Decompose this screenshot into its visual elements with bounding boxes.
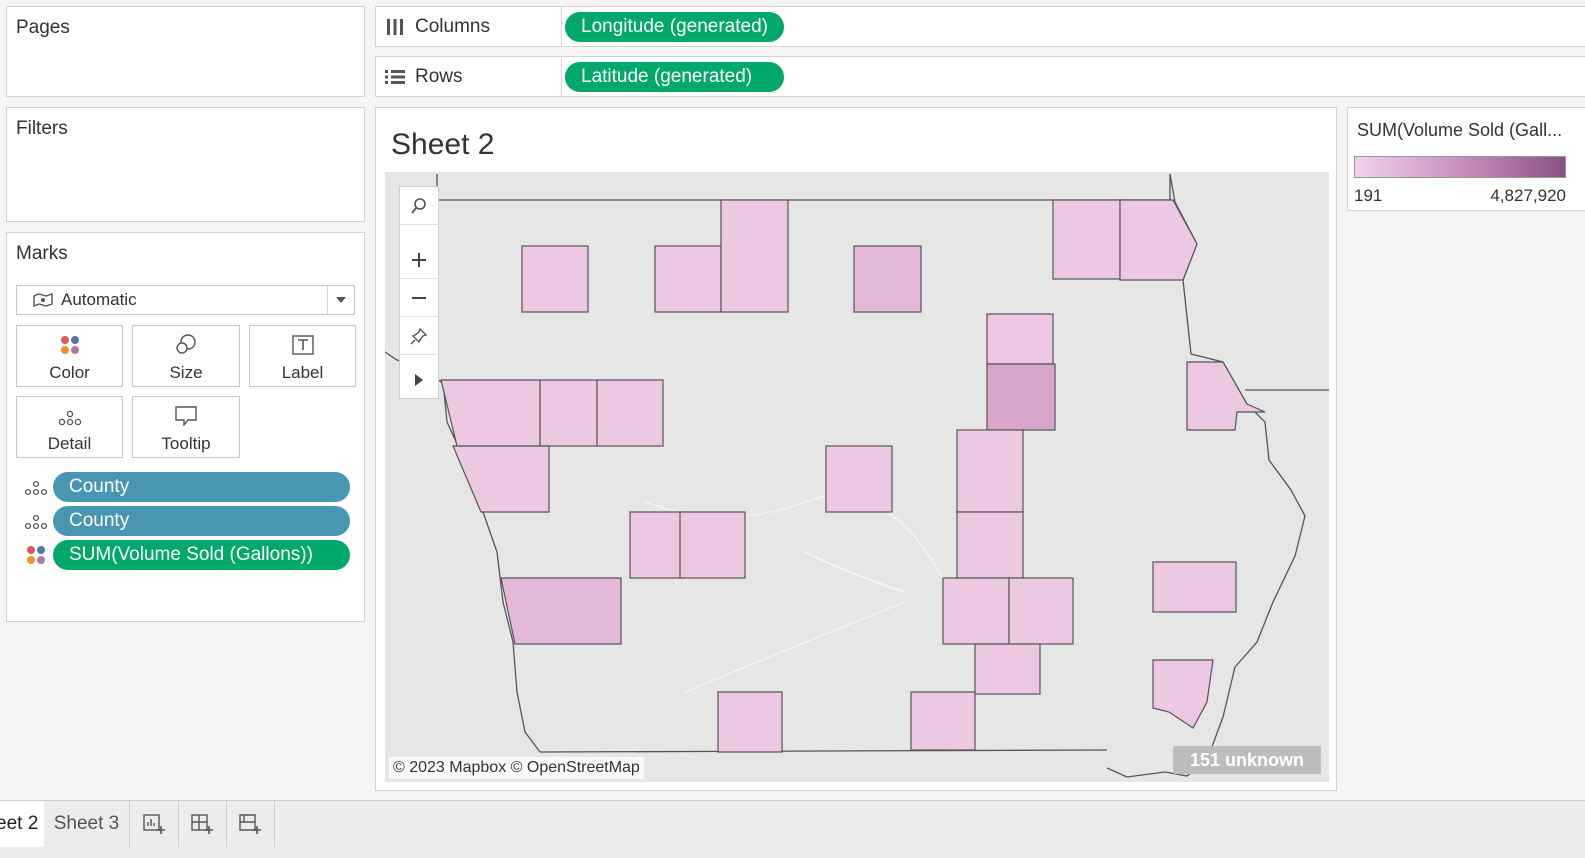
color-legend[interactable]: SUM(Volume Sold (Gall... 191 4,827,920 (1347, 107, 1585, 211)
legend-min: 191 (1354, 186, 1383, 205)
map-canvas[interactable]: © 2023 Mapbox © OpenStreetMap 151 unknow… (385, 172, 1329, 782)
sheet-tab-bar: eet 2 Sheet 3 (0, 800, 1585, 858)
marks-field-county-1[interactable]: County (23, 472, 353, 502)
size-icon (176, 334, 196, 354)
label-button-label: Label (281, 363, 324, 382)
new-dashboard-icon[interactable] (178, 801, 227, 847)
mark-type-value: Automatic (61, 290, 137, 309)
legend-max: 4,827,920 (1490, 186, 1566, 205)
detail-button-label: Detail (47, 434, 92, 453)
detail-button[interactable]: Detail (16, 396, 123, 458)
map-toolbar (399, 186, 439, 399)
pages-panel[interactable]: Pages (6, 6, 365, 97)
mark-type-dropdown[interactable]: Automatic (16, 285, 355, 315)
sheet-title: Sheet 2 (391, 128, 495, 161)
zoom-out-icon[interactable] (399, 279, 439, 317)
filters-title: Filters (16, 118, 68, 139)
detail-icon (24, 514, 48, 530)
columns-shelf[interactable]: Columns Longitude (generated) (375, 6, 1585, 47)
columns-shelf-label: Columns (376, 7, 562, 46)
rows-shelf[interactable]: Rows Latitude (generated) (375, 56, 1585, 97)
tooltip-button[interactable]: Tooltip (132, 396, 240, 458)
rows-icon (385, 69, 405, 84)
rows-shelf-label: Rows (376, 57, 562, 96)
new-worksheet-icon[interactable] (130, 801, 179, 847)
legend-gradient (1354, 156, 1566, 178)
county-pill[interactable]: County (53, 506, 350, 536)
zoom-in-icon[interactable] (399, 241, 439, 279)
tooltip-button-label: Tooltip (161, 434, 211, 453)
marks-field-volume[interactable]: SUM(Volume Sold (Gallons)) (23, 540, 353, 570)
marks-title: Marks (16, 243, 68, 264)
color-icon (60, 336, 79, 354)
marks-panel: Marks Automatic Color Size Label Detail … (6, 232, 365, 622)
tooltip-icon (175, 406, 197, 426)
size-button[interactable]: Size (132, 325, 240, 387)
size-button-label: Size (169, 363, 203, 382)
sheet-view: Sheet 2 © 2023 Mapbox © OpenStreetMap 15… (375, 107, 1337, 791)
label-icon (291, 335, 314, 355)
color-button-label: Color (49, 363, 90, 382)
columns-icon (387, 18, 403, 35)
color-button[interactable]: Color (16, 325, 123, 387)
color-icon (27, 546, 45, 564)
pin-icon[interactable] (399, 317, 439, 355)
map-attribution[interactable]: © 2023 Mapbox © OpenStreetMap (389, 757, 644, 779)
pages-title: Pages (16, 17, 70, 38)
iowa-map (385, 172, 1329, 782)
volume-sold-pill[interactable]: SUM(Volume Sold (Gallons)) (53, 540, 350, 570)
map-mark-icon (33, 293, 53, 307)
search-icon[interactable] (399, 187, 439, 225)
chevron-down-icon[interactable] (327, 286, 354, 314)
new-story-icon[interactable] (226, 801, 275, 847)
tab-sheet-2[interactable]: eet 2 (0, 801, 44, 847)
unknown-badge[interactable]: 151 unknown (1173, 746, 1321, 774)
filters-panel[interactable]: Filters (6, 107, 365, 222)
detail-icon (24, 480, 48, 496)
marks-field-county-2[interactable]: County (23, 506, 353, 536)
label-button[interactable]: Label (249, 325, 356, 387)
county-pill[interactable]: County (53, 472, 350, 502)
latitude-pill[interactable]: Latitude (generated) (565, 62, 784, 92)
detail-icon (58, 410, 81, 426)
play-icon[interactable] (399, 361, 439, 398)
tab-sheet-3[interactable]: Sheet 3 (44, 801, 130, 847)
legend-title: SUM(Volume Sold (Gall... (1357, 120, 1563, 140)
longitude-pill[interactable]: Longitude (generated) (565, 12, 784, 42)
